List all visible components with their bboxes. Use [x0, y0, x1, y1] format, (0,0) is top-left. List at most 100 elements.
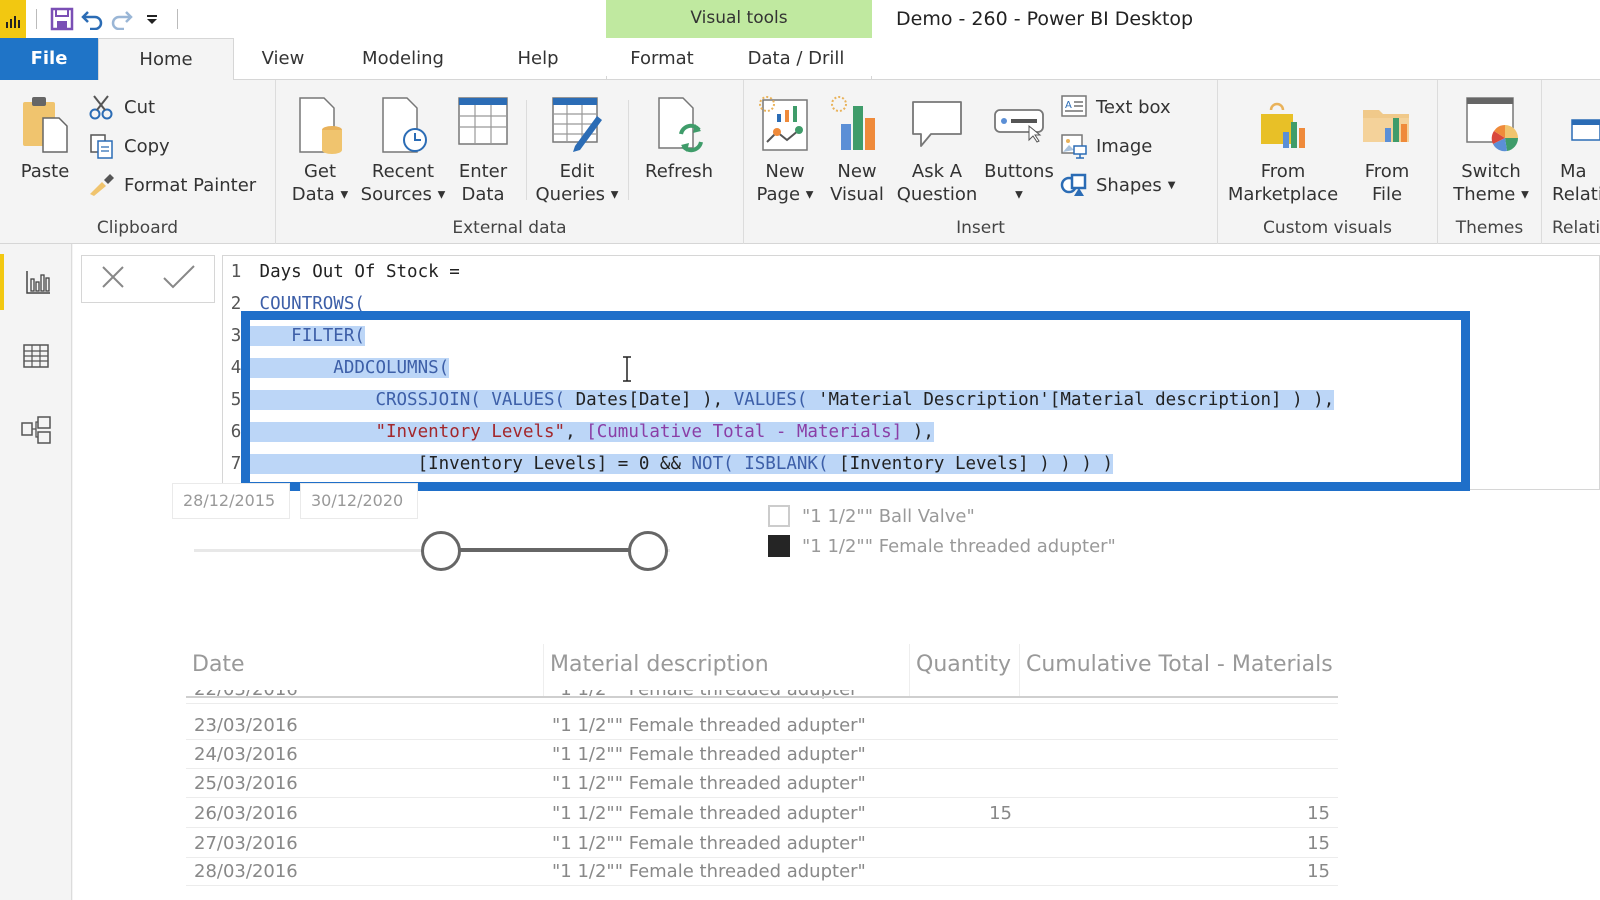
- table-row[interactable]: 28/03/2016 "1 1/2"" Female threaded adupt…: [186, 857, 1338, 886]
- table-cell-material: "1 1/2"" Female threaded adupter": [552, 715, 866, 736]
- table-cell-qty: 15: [989, 803, 1012, 824]
- enter-data-button[interactable]: Enter Data: [450, 94, 516, 206]
- dropdown-caret-icon: ▼: [1167, 179, 1176, 191]
- line-number: 7: [230, 454, 242, 474]
- tab-help[interactable]: Help: [490, 38, 586, 80]
- insert-group-label: Insert: [956, 218, 1005, 238]
- slicer-item[interactable]: "1 1/2"" Ball Valve": [768, 502, 975, 530]
- manage-relationships-button[interactable]: Ma Relati: [1546, 94, 1600, 206]
- table-cell-date: 24/03/2016: [194, 744, 298, 765]
- line-number: 6: [230, 422, 242, 442]
- get-data-button[interactable]: Get Data ▼: [286, 94, 354, 207]
- text-cursor-icon: [622, 356, 632, 382]
- table-row[interactable]: 26/03/2016 "1 1/2"" Female threaded adupt…: [186, 799, 1338, 828]
- column-header-cumulative[interactable]: Cumulative Total - Materials: [1020, 644, 1338, 696]
- external-data-group-label: External data: [452, 218, 567, 238]
- shapes-icon: [1060, 172, 1088, 198]
- themes-group-label: Themes: [1455, 218, 1524, 238]
- report-view-button[interactable]: [0, 254, 72, 310]
- table-row[interactable]: 25/03/2016 "1 1/2"" Female threaded adupt…: [186, 769, 1338, 798]
- separator: [177, 9, 178, 29]
- paste-button[interactable]: Paste: [14, 94, 76, 183]
- switch-theme-button[interactable]: Switch Theme ▼: [1446, 94, 1536, 207]
- ribbon-tabs: File Home View Modeling Help Format Data…: [0, 38, 1600, 118]
- undo-icon[interactable]: [77, 4, 107, 34]
- enter-data-label-2: Data: [461, 184, 505, 205]
- code-token: NOT(: [691, 454, 734, 474]
- redo-icon[interactable]: [107, 4, 137, 34]
- slicer-end-date[interactable]: 30/12/2020: [300, 483, 418, 519]
- recent-sources-button[interactable]: Recent Sources ▼: [358, 94, 448, 207]
- checkbox-unchecked[interactable]: [768, 505, 790, 527]
- dropdown-caret-icon: ▼: [1015, 189, 1023, 201]
- model-view-button[interactable]: [0, 402, 72, 458]
- date-slider-end-handle[interactable]: [628, 531, 668, 571]
- tab-format[interactable]: Format: [614, 38, 710, 80]
- table-row[interactable]: 27/03/2016 "1 1/2"" Female threaded adupt…: [186, 829, 1338, 858]
- column-header-date[interactable]: Date: [186, 644, 544, 696]
- new-visual-button[interactable]: New Visual: [822, 94, 892, 206]
- slicer-start-date[interactable]: 28/12/2015: [172, 483, 290, 519]
- checkbox-checked[interactable]: [768, 535, 790, 557]
- table-cell-date: 25/03/2016: [194, 773, 298, 794]
- separator: [36, 9, 37, 29]
- new-page-button[interactable]: New Page ▼: [750, 94, 820, 207]
- table-cell-qty: [910, 711, 1020, 740]
- slicer-item[interactable]: "1 1/2"" Female threaded adupter": [768, 532, 1116, 560]
- edit-queries-button[interactable]: Edit Queries ▼: [534, 94, 620, 207]
- code-token: [Inventory Levels] ) ) ) ): [828, 454, 1113, 474]
- table-cell-cum: 15: [1307, 833, 1330, 854]
- code-token: "Inventory Levels": [375, 422, 566, 442]
- buttons-button[interactable]: Buttons ▼: [984, 94, 1054, 207]
- refresh-label: Refresh: [645, 161, 713, 182]
- copy-button[interactable]: Copy: [88, 131, 170, 161]
- paste-icon: [19, 94, 71, 156]
- code-token: ISBLANK(: [744, 454, 829, 474]
- column-header-quantity[interactable]: Quantity: [910, 644, 1020, 696]
- refresh-button[interactable]: Refresh: [636, 94, 722, 183]
- line-number: 3: [230, 326, 242, 346]
- table-row[interactable]: 23/03/2016 "1 1/2"" Female threaded adupt…: [186, 711, 1338, 740]
- formula-bar-controls: [81, 255, 215, 303]
- format-painter-label: Format Painter: [124, 174, 257, 196]
- ribbon-home: Paste Cut Copy Format Painter Clipboard …: [0, 80, 1600, 244]
- text-box-button[interactable]: A Text box: [1060, 92, 1171, 122]
- code-line-5: 5 CROSSJOIN( VALUES( Dates[Date] ), VALU…: [223, 384, 1335, 416]
- tab-modeling[interactable]: Modeling: [344, 38, 462, 80]
- relationships-group-label: Relati: [1552, 218, 1600, 238]
- format-painter-button[interactable]: Format Painter: [88, 170, 256, 200]
- clipboard-group-label: Clipboard: [96, 218, 179, 238]
- tab-home[interactable]: Home: [98, 38, 234, 81]
- shapes-button[interactable]: Shapes ▼: [1060, 170, 1175, 200]
- from-file-label-1: From: [1364, 161, 1410, 182]
- svg-text:A: A: [1065, 100, 1072, 111]
- date-slider-range: [442, 548, 650, 552]
- column-header-material[interactable]: Material description: [544, 644, 910, 696]
- image-button[interactable]: Image: [1060, 131, 1152, 161]
- cut-button[interactable]: Cut: [88, 92, 155, 122]
- dax-formula-editor[interactable]: 1 Days Out Of Stock = 2 COUNTROWS( 3 FIL…: [222, 255, 1600, 490]
- window-title: Demo - 260 - Power BI Desktop: [896, 8, 1194, 30]
- tab-view[interactable]: View: [240, 38, 326, 80]
- from-file-button[interactable]: From File: [1344, 94, 1430, 206]
- table-cell-cum: [1020, 769, 1338, 798]
- code-token: COUNTROWS(: [259, 294, 365, 314]
- new-visual-label-2: Visual: [830, 184, 884, 205]
- commit-formula-button[interactable]: [162, 264, 196, 294]
- model-view-icon: [21, 416, 51, 444]
- title-bar: Visual tools Demo - 260 - Power BI Deskt…: [0, 0, 1600, 38]
- tab-file[interactable]: File: [0, 38, 98, 80]
- tab-data-drill[interactable]: Data / Drill: [736, 38, 856, 80]
- refresh-icon: [649, 94, 709, 156]
- table-cell-material: "1 1/2"" Female threaded adupter": [552, 833, 866, 854]
- table-cell-date: 23/03/2016: [194, 715, 298, 736]
- dropdown-caret-icon: ▼: [610, 189, 619, 201]
- from-marketplace-button[interactable]: From Marketplace: [1226, 94, 1340, 206]
- ask-a-question-button[interactable]: Ask A Question: [892, 94, 982, 206]
- save-icon[interactable]: [47, 4, 77, 34]
- data-view-button[interactable]: [0, 328, 72, 384]
- cancel-formula-button[interactable]: [100, 264, 126, 294]
- date-slider-start-handle[interactable]: [421, 531, 461, 571]
- table-row[interactable]: 24/03/2016 "1 1/2"" Female threaded adupt…: [186, 740, 1338, 769]
- customize-toolbar-icon[interactable]: [137, 4, 167, 34]
